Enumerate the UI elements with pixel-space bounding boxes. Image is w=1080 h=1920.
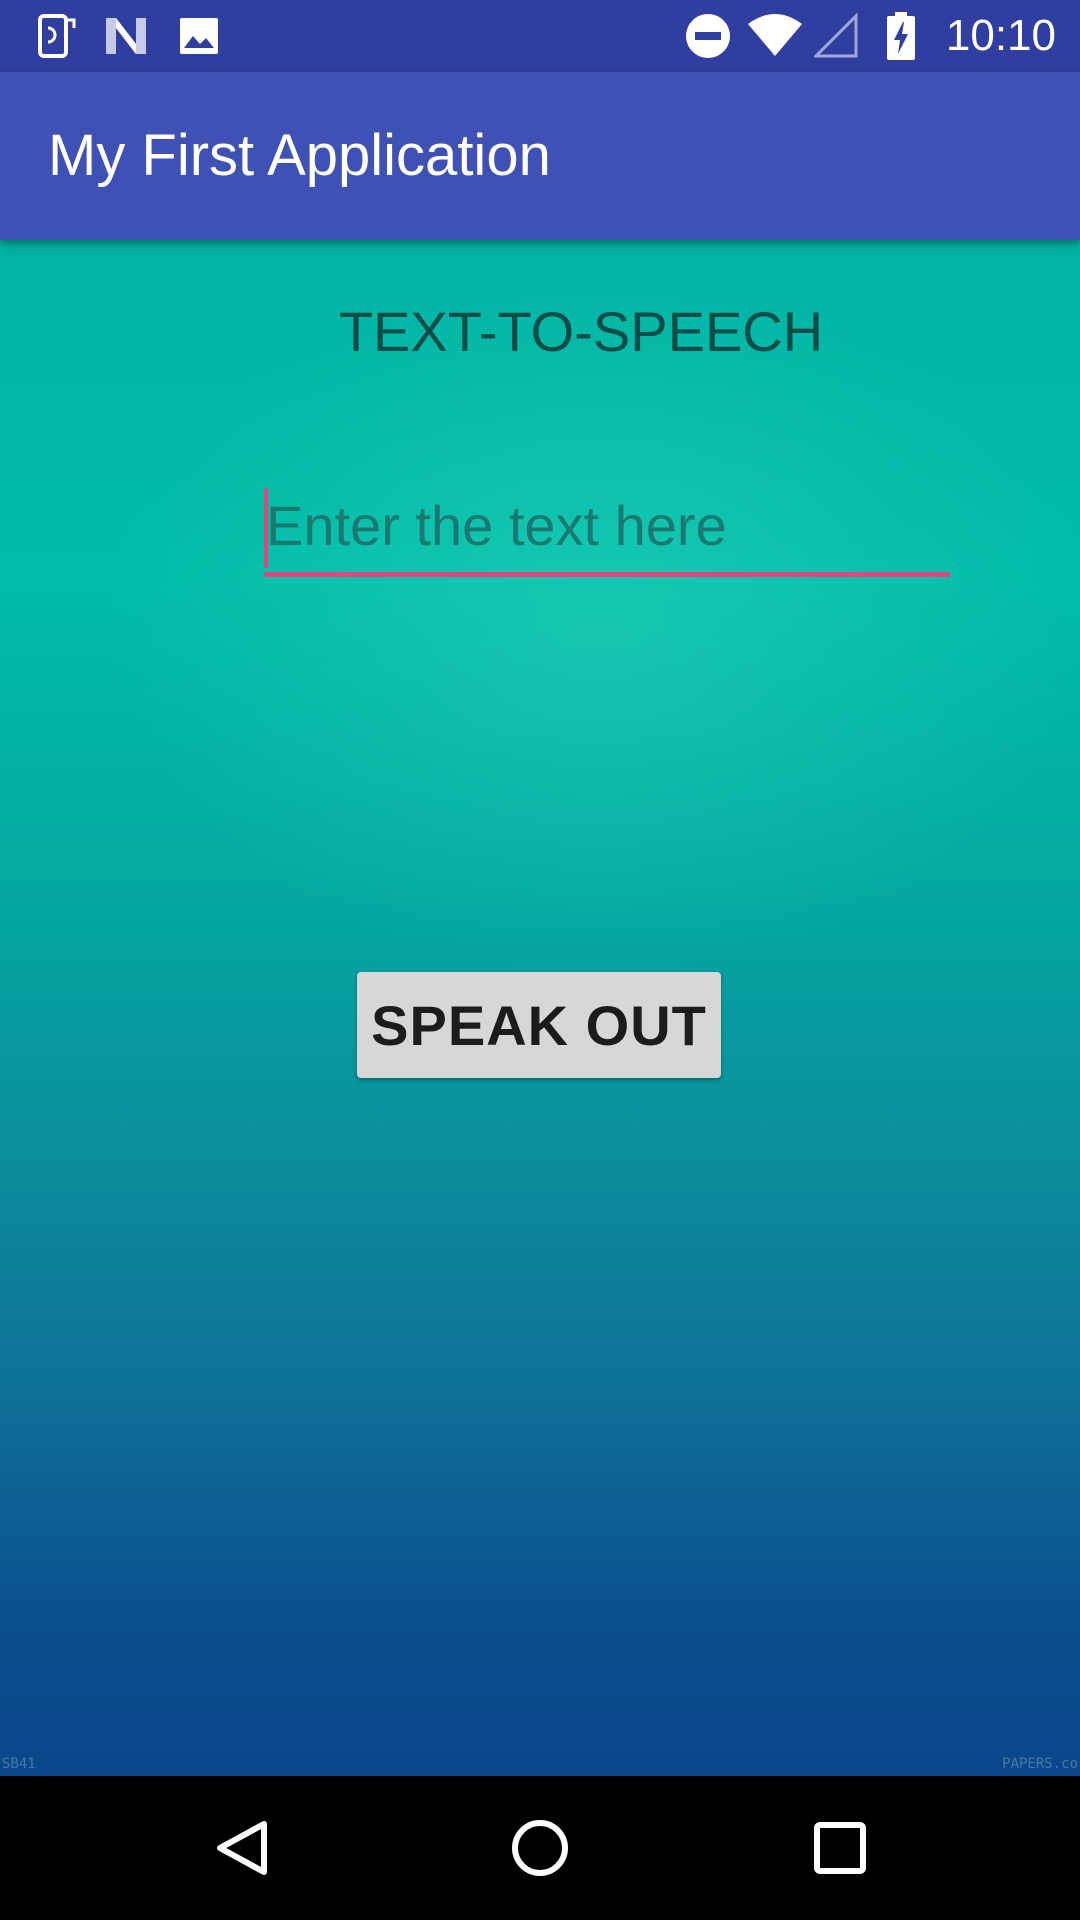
status-time: 10:10 [945, 11, 1056, 60]
speech-text-input[interactable] [264, 488, 952, 562]
screen: 10:10 My First Application TEXT-TO-SPEEC… [0, 0, 1080, 1920]
do-not-disturb-icon [686, 14, 730, 58]
home-icon[interactable] [492, 1800, 588, 1896]
navigation-bar [0, 1776, 1080, 1920]
watermark-left: SB41 [2, 1756, 36, 1772]
text-cursor [264, 488, 268, 568]
battery-charging-icon [887, 12, 915, 60]
cell-signal-icon [814, 12, 858, 58]
phone-rotate-icon [38, 14, 76, 58]
image-icon [180, 18, 218, 54]
main-content: TEXT-TO-SPEECH SPEAK OUT SB41 PAPERS.co [0, 240, 1080, 1776]
app-bar: My First Application [0, 72, 1080, 240]
page-title: TEXT-TO-SPEECH [338, 300, 824, 363]
wifi-icon [748, 14, 802, 56]
watermark-right: PAPERS.co [1002, 1756, 1078, 1772]
app-title: My First Application [48, 123, 551, 188]
recents-icon[interactable] [792, 1800, 888, 1896]
input-underline [264, 572, 950, 577]
status-bar: 10:10 [0, 0, 1080, 72]
speak-out-button[interactable]: SPEAK OUT [357, 972, 721, 1078]
back-icon[interactable] [194, 1800, 290, 1896]
text-input-container [264, 488, 952, 572]
n-logo-icon [106, 18, 146, 54]
